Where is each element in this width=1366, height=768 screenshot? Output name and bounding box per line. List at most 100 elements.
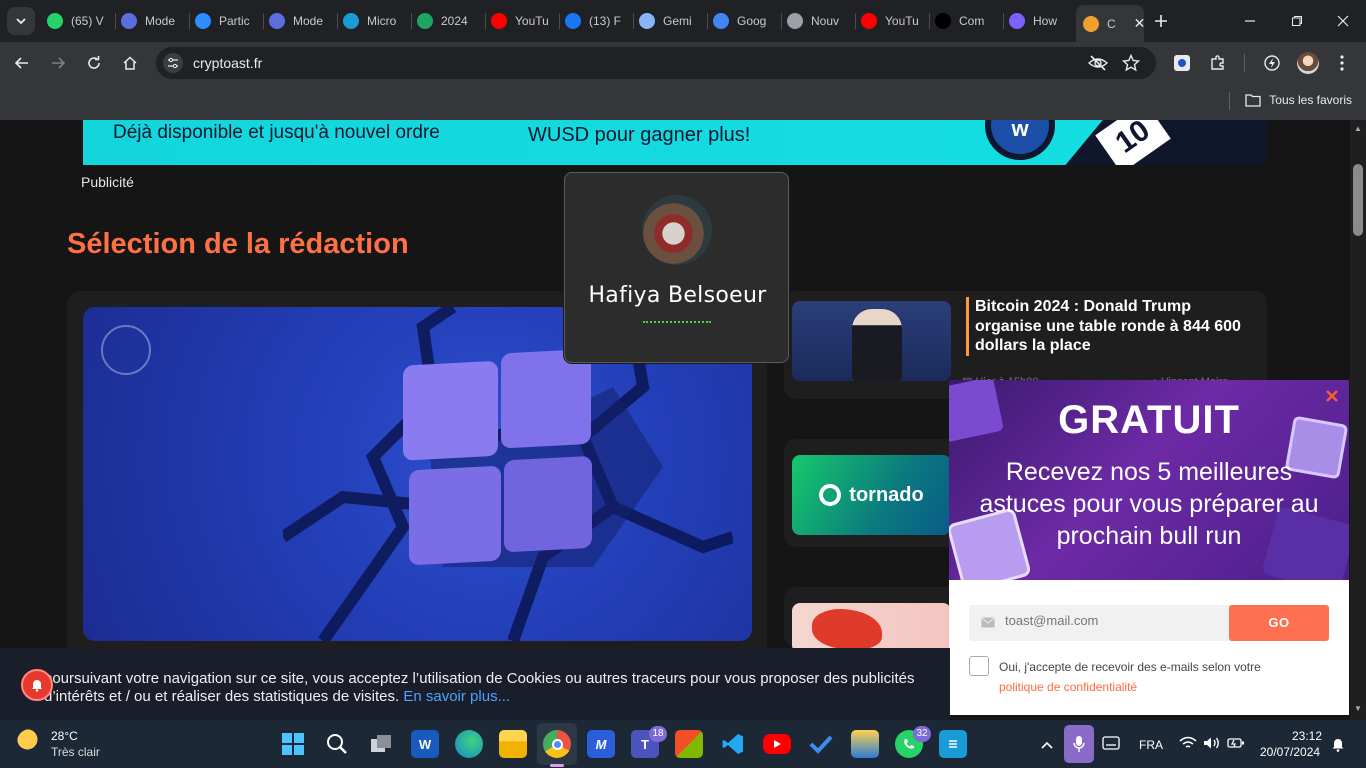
notepad-app-icon[interactable] [939, 730, 967, 758]
extension-shield-icon[interactable] [1169, 50, 1195, 76]
arrow-right-icon [52, 57, 66, 69]
tab-label: Com [959, 14, 985, 28]
tab-1[interactable]: Mode [121, 7, 187, 35]
language-indicator[interactable]: FRA [1139, 738, 1163, 752]
chevron-up-icon [1041, 741, 1053, 749]
all-bookmarks-button[interactable]: Tous les favoris [1245, 93, 1352, 107]
scroll-thumb[interactable] [1353, 164, 1363, 236]
star-icon[interactable] [1121, 53, 1141, 77]
tab-3[interactable]: Mode [269, 7, 335, 35]
word-app-icon[interactable]: W [411, 730, 439, 758]
weather-moon-icon[interactable] [17, 729, 43, 755]
tab-12[interactable]: Com [935, 7, 1001, 35]
learn-more-link[interactable]: En savoir plus... [403, 688, 510, 705]
more-vertical-icon [1340, 55, 1344, 71]
close-popup-button[interactable] [1325, 386, 1339, 409]
tab-10[interactable]: Nouv [787, 7, 853, 35]
task-view-button[interactable] [367, 730, 395, 758]
side-article-title[interactable]: Bitcoin 2024 : Donald Trump organise une… [966, 297, 1246, 356]
tab-search-button[interactable] [7, 7, 35, 35]
close-tab-icon[interactable]: ✕ [1134, 15, 1144, 32]
keyboard-icon[interactable] [1102, 736, 1120, 755]
file-explorer-icon[interactable] [499, 730, 527, 758]
eye-off-icon[interactable] [1087, 54, 1109, 77]
privacy-policy-link[interactable]: politique de confidentialité [999, 680, 1137, 694]
edge-app-icon[interactable] [455, 730, 483, 758]
app-icon[interactable] [851, 730, 879, 758]
ad-banner[interactable]: Déjà disponible et jusqu'à nouvel ordre … [83, 120, 1267, 165]
reload-button[interactable] [81, 50, 107, 76]
tab-separator [929, 13, 930, 29]
tab-4[interactable]: Micro [343, 7, 409, 35]
site-info-button[interactable] [163, 53, 183, 73]
weather-description[interactable]: Très clair [51, 745, 100, 759]
windows-taskbar: 28°C Très clair W M T 18 32 FRA 23:12 20… [0, 720, 1366, 768]
extensions-puzzle-icon[interactable] [1205, 50, 1231, 76]
profile-avatar-button[interactable] [1295, 50, 1321, 76]
app-icon[interactable]: M [587, 730, 615, 758]
avatar [1297, 52, 1319, 74]
tab-13[interactable]: How [1009, 7, 1075, 35]
vscode-app-icon[interactable] [719, 730, 747, 758]
side-article-thumbnail[interactable] [792, 301, 951, 381]
search-button[interactable] [323, 730, 351, 758]
home-button[interactable] [117, 50, 143, 76]
tab-5[interactable]: 2024 [417, 7, 483, 35]
weather-temperature[interactable]: 28°C [51, 729, 78, 743]
tab-11[interactable]: YouTu [861, 7, 927, 35]
watermark-logo [101, 325, 151, 375]
clock-time[interactable]: 23:12 [1292, 729, 1322, 743]
youtube-app-icon[interactable] [763, 734, 791, 754]
start-button[interactable] [279, 730, 307, 758]
tab-14[interactable]: C ✕ [1076, 5, 1144, 42]
medium-icon [935, 13, 951, 29]
minimize-button[interactable] [1237, 8, 1263, 34]
whatsapp-app-icon[interactable]: 32 [895, 726, 931, 758]
battery-icon[interactable] [1227, 736, 1245, 755]
section-title: Sélection de la rédaction [67, 228, 409, 260]
tab-label: (13) F [589, 14, 622, 28]
tab-separator [411, 13, 412, 29]
teams-app-icon[interactable]: T 18 [631, 726, 667, 758]
page-scrollbar[interactable]: ▲ ▼ [1350, 120, 1366, 720]
scroll-down-icon[interactable]: ▼ [1354, 704, 1362, 713]
close-window-button[interactable] [1330, 8, 1356, 34]
todo-app-icon[interactable] [807, 730, 835, 758]
tornado-thumbnail[interactable]: tornado [792, 455, 951, 535]
restore-button[interactable] [1284, 8, 1310, 34]
tab-separator [707, 13, 708, 29]
side-article-thumbnail[interactable] [792, 603, 951, 653]
performance-icon[interactable] [1259, 50, 1285, 76]
volume-icon[interactable] [1203, 736, 1221, 755]
tab-8[interactable]: Gemi [639, 7, 705, 35]
back-button[interactable] [9, 50, 35, 76]
folder-icon [1245, 94, 1261, 107]
show-hidden-icons-button[interactable] [1040, 737, 1054, 755]
wifi-icon[interactable] [1179, 736, 1197, 755]
tab-7[interactable]: (13) F [565, 7, 631, 35]
go-button[interactable]: GO [1229, 605, 1329, 641]
address-bar[interactable]: cryptoast.fr [156, 47, 1156, 79]
tab-9[interactable]: Goog [713, 7, 779, 35]
forward-button[interactable] [45, 50, 71, 76]
store-app-icon[interactable] [675, 730, 703, 758]
url-text[interactable]: cryptoast.fr [193, 55, 262, 71]
tab-2[interactable]: Partic [195, 7, 261, 35]
microphone-icon [1073, 736, 1085, 752]
microphone-button[interactable] [1064, 725, 1094, 763]
clock-date[interactable]: 20/07/2024 [1260, 745, 1320, 759]
consent-checkbox[interactable] [969, 656, 989, 676]
tab-0[interactable]: (65) V [47, 7, 113, 35]
person-figure [852, 309, 902, 381]
menu-button[interactable] [1329, 50, 1355, 76]
gemini-icon [639, 13, 655, 29]
search-icon [327, 734, 347, 754]
email-input[interactable] [1005, 613, 1225, 628]
new-tab-button[interactable] [1148, 8, 1174, 34]
tab-label: 2024 [441, 14, 468, 28]
scroll-up-icon[interactable]: ▲ [1354, 124, 1362, 133]
cookie-settings-button[interactable] [21, 669, 53, 701]
notifications-icon[interactable] [1331, 736, 1345, 757]
tab-label: YouTu [515, 14, 549, 28]
tab-6[interactable]: YouTu [491, 7, 557, 35]
